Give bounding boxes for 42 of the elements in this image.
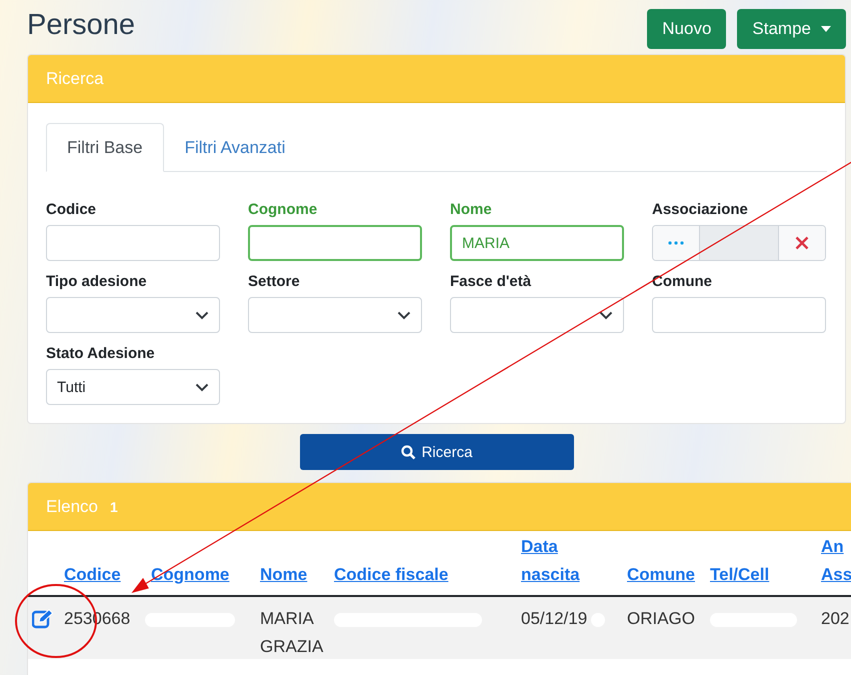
field-label: Settore: [248, 273, 301, 291]
select-field[interactable]: [450, 297, 624, 333]
search-button[interactable]: Ricerca: [300, 434, 574, 470]
field-label: Cognome: [248, 201, 318, 219]
new-button[interactable]: Nuovo: [647, 9, 726, 49]
lookup-field[interactable]: [652, 225, 826, 261]
field-label: Codice: [46, 201, 98, 219]
table-cell-text: 05/12/19: [521, 608, 588, 630]
chevron-down-icon: [195, 310, 209, 320]
chevron-down-icon: [599, 310, 613, 320]
panel-title: Elenco: [46, 496, 98, 516]
field-label: Tipo adesione: [46, 273, 148, 291]
select-field[interactable]: [248, 297, 422, 333]
result-count: 1: [110, 498, 118, 514]
select-field[interactable]: Tutti: [46, 369, 220, 405]
search-icon: [400, 444, 416, 460]
tab[interactable]: Filtri Avanzati: [164, 123, 306, 172]
table-cell-text: ORIAGO: [627, 608, 696, 630]
edit-icon[interactable]: [32, 609, 54, 629]
table-cell-text: 202: [821, 608, 850, 630]
input-field[interactable]: [248, 225, 422, 261]
field-label: Fasce d'età: [450, 273, 532, 291]
chevron-down-icon: [397, 310, 411, 320]
more-button[interactable]: [653, 226, 699, 260]
dots-icon: [668, 241, 684, 245]
field-label: Comune: [652, 273, 713, 291]
page-title: Persone: [27, 9, 136, 41]
input-field[interactable]: MARIA: [450, 225, 624, 261]
close-icon: [795, 236, 809, 250]
input-field[interactable]: [46, 225, 220, 261]
table-cell-text: MARIA GRAZIA: [260, 608, 324, 658]
tab[interactable]: Filtri Base: [46, 123, 164, 172]
caret-icon: [821, 26, 831, 32]
field-label: Stato Adesione: [46, 345, 156, 363]
chevron-down-icon: [195, 382, 209, 392]
select-field[interactable]: [46, 297, 220, 333]
print-dropdown-button[interactable]: Stampe: [737, 9, 846, 49]
input-field[interactable]: [652, 297, 826, 333]
field-label: Associazione: [652, 201, 749, 219]
field-label: Nome: [450, 201, 493, 219]
clear-button[interactable]: [779, 226, 825, 260]
panel-header: Ricerca: [28, 55, 845, 103]
